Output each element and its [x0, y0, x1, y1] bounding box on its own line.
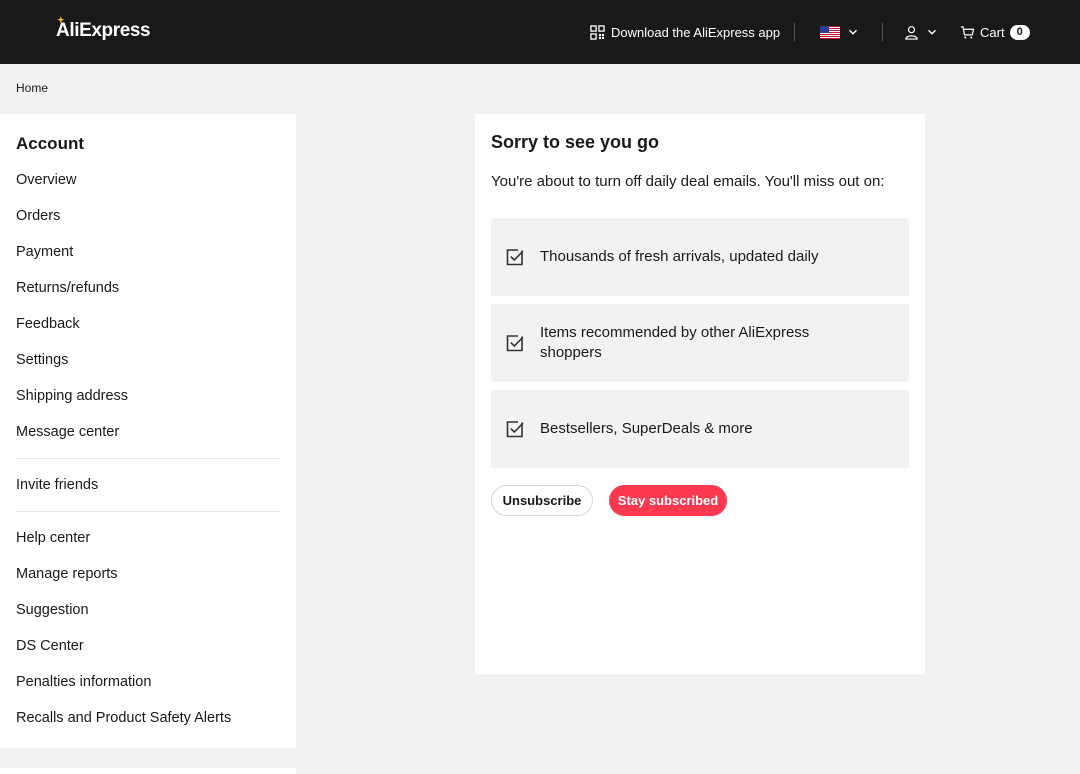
- download-app-link[interactable]: Download the AliExpress app: [590, 23, 780, 41]
- cart-count-badge: 0: [1009, 24, 1030, 40]
- benefit-text: Items recommended by other AliExpress sh…: [540, 324, 810, 361]
- account-menu[interactable]: [904, 22, 937, 42]
- top-bar: ✦ AliExpress Download the AliExpress app: [0, 0, 1080, 64]
- region-selector[interactable]: [820, 22, 858, 42]
- sidebar-secondary-panel: [0, 768, 296, 774]
- card-title: Sorry to see you go: [491, 132, 660, 152]
- unsubscribe-card: Sorry to see you go You're about to turn…: [475, 114, 925, 674]
- breadcrumb[interactable]: Home: [16, 81, 48, 95]
- aliexpress-logo[interactable]: ✦ AliExpress: [56, 15, 151, 42]
- sidebar-divider: [16, 511, 280, 512]
- breadcrumb-home[interactable]: Home: [16, 81, 48, 95]
- sidebar-item-overview[interactable]: Overview: [16, 172, 76, 188]
- checkbox-checked-icon: [506, 421, 524, 438]
- header-divider: [794, 23, 795, 41]
- us-flag-icon: [820, 25, 840, 39]
- sidebar-item-payment[interactable]: Payment: [16, 244, 73, 260]
- sidebar-item-settings[interactable]: Settings: [16, 352, 68, 368]
- sidebar-item-orders[interactable]: Orders: [16, 208, 60, 224]
- cart-icon: [960, 25, 975, 38]
- qr-code-icon: [590, 24, 605, 40]
- sidebar-item-suggestion[interactable]: Suggestion: [16, 602, 89, 618]
- benefit-text: Bestsellers, SuperDeals & more: [540, 420, 753, 437]
- user-icon: [905, 25, 918, 40]
- benefit-item: Items recommended by other AliExpress sh…: [491, 304, 909, 382]
- sidebar-title: Account: [16, 134, 84, 153]
- sidebar-divider: [16, 458, 280, 459]
- sidebar-item-manage-reports[interactable]: Manage reports: [16, 566, 118, 582]
- header-divider: [882, 23, 883, 41]
- sidebar-item-invite-friends[interactable]: Invite friends: [16, 477, 98, 493]
- card-description: You're about to turn off daily deal emai…: [491, 173, 885, 190]
- benefit-item: Bestsellers, SuperDeals & more: [491, 390, 909, 468]
- stay-subscribed-button[interactable]: Stay subscribed: [609, 485, 727, 516]
- sidebar-item-help-center[interactable]: Help center: [16, 530, 90, 546]
- benefit-item: Thousands of fresh arrivals, updated dai…: [491, 218, 909, 296]
- checkbox-checked-icon: [506, 249, 524, 266]
- checkbox-checked-icon: [506, 335, 524, 352]
- chevron-down-icon: [928, 29, 936, 35]
- sidebar-item-feedback[interactable]: Feedback: [16, 316, 80, 332]
- download-app-label: Download the AliExpress app: [611, 24, 781, 40]
- sidebar-item-recalls-safety-alerts[interactable]: Recalls and Product Safety Alerts: [16, 710, 231, 726]
- cart-label: Cart: [980, 24, 1005, 40]
- logo-text: AliExpress: [56, 20, 151, 41]
- logo-spark-icon: ✦: [57, 15, 65, 25]
- sidebar-item-ds-center[interactable]: DS Center: [16, 638, 84, 654]
- chevron-down-icon: [849, 29, 857, 35]
- sidebar-item-penalties-information[interactable]: Penalties information: [16, 674, 151, 690]
- benefit-text: Thousands of fresh arrivals, updated dai…: [540, 248, 819, 265]
- sidebar-item-shipping-address[interactable]: Shipping address: [16, 388, 128, 404]
- sidebar-item-returns-refunds[interactable]: Returns/refunds: [16, 280, 119, 296]
- unsubscribe-button[interactable]: Unsubscribe: [491, 485, 593, 516]
- cart-button[interactable]: Cart 0: [960, 22, 1030, 42]
- sidebar-item-message-center[interactable]: Message center: [16, 424, 119, 440]
- account-sidebar: Account Overview Orders Payment Returns/…: [0, 114, 296, 748]
